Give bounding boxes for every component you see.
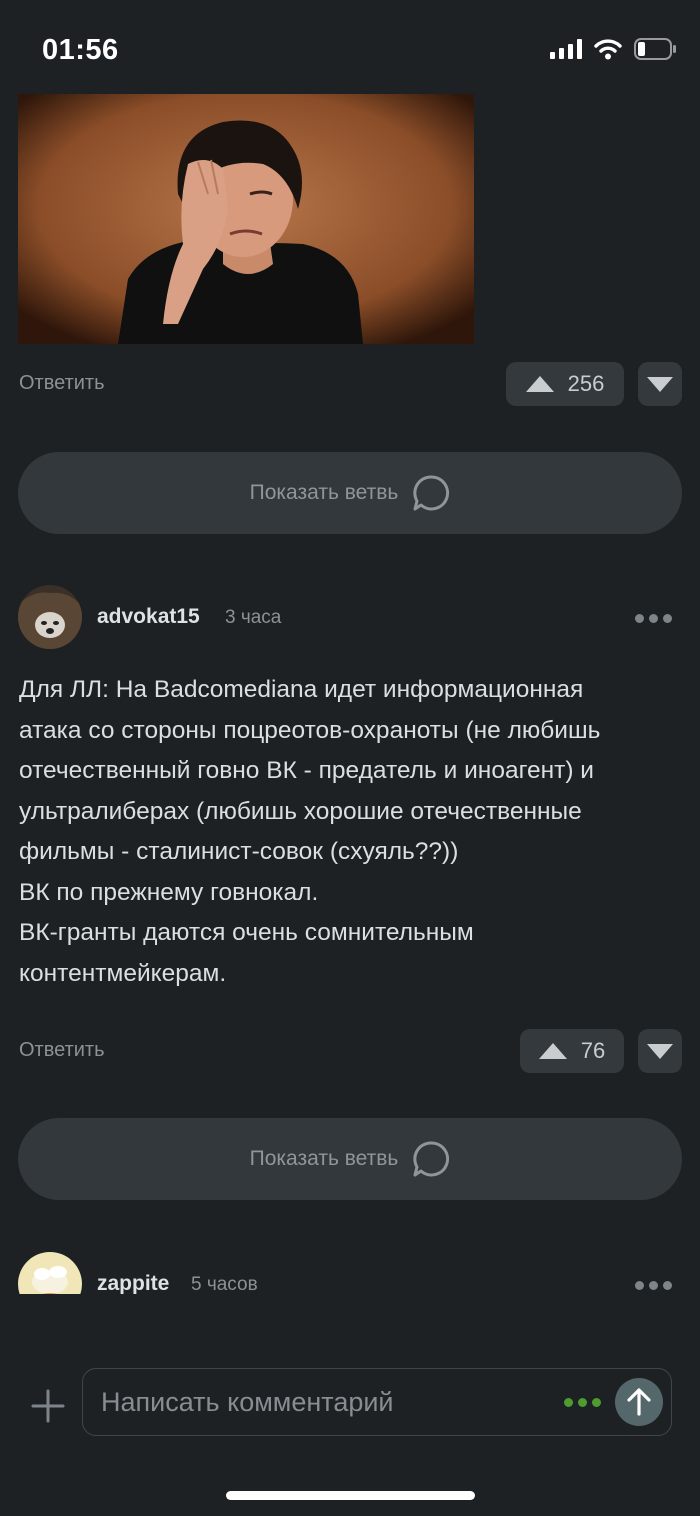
arrow-up-icon bbox=[525, 376, 554, 392]
typing-dots-icon[interactable] bbox=[564, 1398, 601, 1407]
username[interactable]: advokat15 bbox=[97, 605, 200, 629]
facepalm-image bbox=[18, 94, 474, 344]
send-arrow-icon bbox=[627, 1388, 651, 1416]
status-time: 01:56 bbox=[42, 34, 119, 66]
arrow-down-icon bbox=[647, 376, 673, 392]
comment-line: отечественный говно ВК - предатель и ино… bbox=[19, 757, 594, 784]
chat-bubble-icon bbox=[413, 1141, 450, 1177]
comment-time: 3 часа bbox=[225, 607, 282, 628]
comment-image[interactable] bbox=[18, 94, 474, 344]
upvote-button[interactable]: 256 bbox=[506, 362, 624, 406]
avatar[interactable] bbox=[18, 585, 82, 649]
username[interactable]: zappite bbox=[97, 1272, 169, 1294]
status-icons bbox=[550, 38, 676, 60]
comment-time: 5 часов bbox=[191, 1274, 258, 1294]
comment-line: Для ЛЛ: На Badcomediana идет информацион… bbox=[19, 676, 584, 703]
downvote-button[interactable] bbox=[638, 1029, 682, 1073]
home-indicator bbox=[226, 1491, 475, 1500]
battery-icon bbox=[634, 38, 676, 60]
comment-input-placeholder: Написать комментарий bbox=[101, 1387, 394, 1417]
arrow-up-icon bbox=[538, 1043, 567, 1059]
downvote-button[interactable] bbox=[638, 362, 682, 406]
comment-line: ультралиберах (любишь хорошие отечествен… bbox=[19, 797, 582, 825]
show-thread-button[interactable]: Показать ветвь bbox=[18, 452, 682, 534]
show-thread-label: Показать ветвь bbox=[249, 1147, 399, 1170]
reply-button[interactable]: Ответить bbox=[19, 372, 105, 395]
comment-input[interactable]: Написать комментарий bbox=[82, 1368, 672, 1436]
comment-line: атака со стороны поцреотов-охраноты (не … bbox=[19, 716, 601, 744]
avatar-image bbox=[18, 585, 82, 649]
status-bar: 01:56 bbox=[0, 0, 700, 100]
avatar-image bbox=[18, 1252, 82, 1294]
avatar[interactable] bbox=[18, 1252, 82, 1294]
show-thread-label: Показать ветвь bbox=[249, 481, 399, 504]
comment-composer: Написать комментарий bbox=[0, 1340, 700, 1470]
upvote-count: 76 bbox=[580, 1038, 606, 1063]
show-thread-button[interactable]: Показать ветвь bbox=[18, 1118, 682, 1200]
upvote-button[interactable]: 76 bbox=[520, 1029, 624, 1073]
chat-bubble-icon bbox=[413, 475, 450, 511]
signal-icon bbox=[550, 39, 582, 59]
wifi-icon bbox=[594, 39, 622, 60]
comment-line: фильмы - сталинист-совок (схуяль??)) bbox=[19, 838, 459, 865]
comment-line: контентмейкерам. bbox=[19, 959, 227, 987]
comment-line: ВК-гранты даются очень сомнительным bbox=[19, 919, 474, 946]
send-button[interactable] bbox=[615, 1378, 663, 1426]
more-dots-icon[interactable] bbox=[635, 614, 672, 623]
reply-button[interactable]: Ответить bbox=[19, 1039, 105, 1062]
comment-line: ВК по прежнему говнокал. bbox=[19, 878, 319, 906]
comment-body: Для ЛЛ: На Badcomediana идет информацион… bbox=[19, 670, 684, 994]
comment-header-clipped: zappite 5 часов bbox=[0, 1232, 700, 1294]
upvote-count: 256 bbox=[567, 371, 605, 396]
plus-icon[interactable] bbox=[30, 1388, 66, 1424]
more-dots-icon[interactable] bbox=[635, 1281, 672, 1290]
arrow-down-icon bbox=[647, 1043, 673, 1059]
